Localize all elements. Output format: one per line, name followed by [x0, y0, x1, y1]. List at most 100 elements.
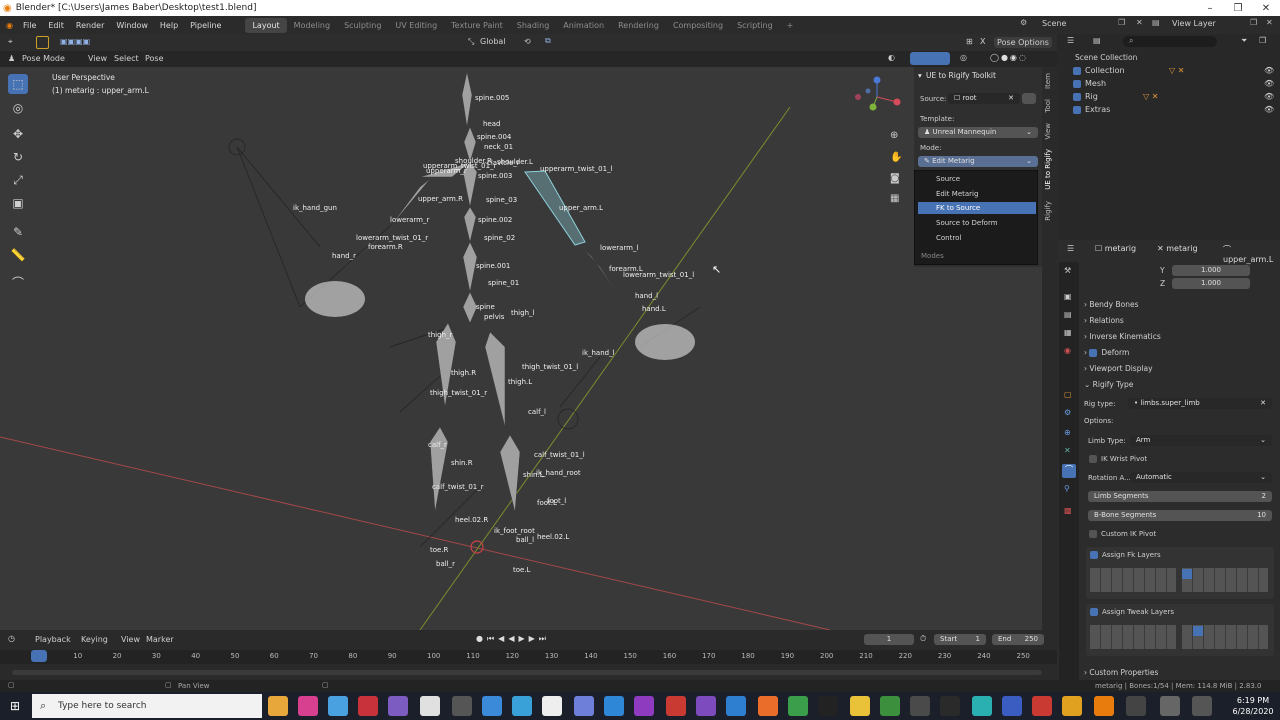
checkbox-icon[interactable]: [1073, 105, 1081, 114]
bone-label[interactable]: calf_twist_01_l: [534, 451, 585, 459]
mode-option-edit-metarig[interactable]: Edit Metarig: [918, 188, 1036, 200]
orientation-select[interactable]: Global: [480, 37, 506, 46]
app-icon[interactable]: [604, 696, 624, 716]
app-icon[interactable]: [758, 696, 778, 716]
menu-keying[interactable]: Keying: [81, 635, 108, 644]
new-scene-icon[interactable]: ❐: [1118, 18, 1125, 27]
app-icon[interactable]: [1160, 696, 1180, 716]
app-icon[interactable]: [452, 696, 472, 716]
custom-ik-pivot-option[interactable]: Custom IK Pivot: [1089, 530, 1156, 538]
fk-layer-grid-right[interactable]: [1182, 568, 1268, 592]
bone-constraint-tab-icon[interactable]: ⚲: [1064, 484, 1070, 493]
axis-x-toggle[interactable]: X: [980, 37, 985, 46]
app-icon[interactable]: [388, 696, 408, 716]
render-tab-icon[interactable]: ▣: [1064, 292, 1072, 301]
tool-tab-icon[interactable]: ⚒: [1064, 266, 1071, 275]
delete-view-layer-icon[interactable]: ✕: [1266, 18, 1273, 27]
assign-fk-option[interactable]: Assign Fk Layers: [1090, 551, 1161, 559]
bone-tool-icon[interactable]: ⌒: [8, 272, 28, 292]
tab-uv-editing[interactable]: UV Editing: [388, 18, 444, 33]
bone-label[interactable]: head: [483, 120, 500, 128]
start-frame-field[interactable]: Start 1: [934, 634, 986, 645]
playhead[interactable]: [31, 650, 47, 662]
bone-label[interactable]: thigh_twist_01_l: [522, 363, 578, 371]
rotation-select[interactable]: Automatic ⌄: [1130, 472, 1272, 483]
rotate-tool-icon[interactable]: ↻: [8, 147, 28, 167]
section-viewport-display[interactable]: › Viewport Display: [1084, 364, 1153, 373]
bbone-segments-field[interactable]: B-Bone Segments 10: [1088, 510, 1272, 521]
menu-file[interactable]: File: [17, 21, 42, 30]
timeline-editor-icon[interactable]: ◷: [8, 634, 15, 643]
bone-label[interactable]: calf_l: [528, 408, 546, 416]
camera-icon[interactable]: ◙: [890, 173, 900, 184]
menu-pipeline[interactable]: Pipeline: [184, 21, 227, 30]
outliner-editor-icon[interactable]: ☰: [1067, 36, 1074, 45]
outliner-item-collection[interactable]: Collection ▽ ✕ 👁: [1073, 66, 1278, 77]
playback-controls[interactable]: ●⏮◀◀▶▶⏭: [476, 634, 550, 644]
file-explorer-icon[interactable]: [268, 696, 288, 716]
chrome-icon[interactable]: [788, 696, 808, 716]
checkbox-icon[interactable]: [1073, 92, 1081, 101]
frame-ruler[interactable]: 1102030405060708090100110120130140150160…: [0, 650, 1057, 664]
menu-render[interactable]: Render: [70, 21, 110, 30]
taskbar-search-box[interactable]: ⌕ Type here to search: [32, 694, 262, 718]
bone-tab-icon[interactable]: ⌒: [1062, 464, 1076, 478]
menu-help[interactable]: Help: [154, 21, 184, 30]
pan-hand-icon[interactable]: ✋: [890, 152, 902, 163]
app-icon[interactable]: [910, 696, 930, 716]
template-select[interactable]: ♟ Unreal Mannequin ⌄: [918, 127, 1038, 138]
scene-tab-icon[interactable]: ◉: [1064, 346, 1071, 355]
section-inverse-kinematics[interactable]: › Inverse Kinematics: [1084, 332, 1161, 341]
z-value-field[interactable]: 1.000: [1172, 278, 1250, 289]
filezilla-icon[interactable]: [666, 696, 686, 716]
outliner-item-rig[interactable]: Rig ▽ ✕ 👁: [1073, 92, 1278, 103]
telegram-icon[interactable]: [512, 696, 532, 716]
fk-layer-selected[interactable]: [1182, 569, 1192, 579]
bone-label[interactable]: upperarm_twist_01_l: [540, 165, 613, 173]
gizmo-toggle[interactable]: [910, 52, 950, 65]
tab-shading[interactable]: Shading: [510, 18, 557, 33]
sidebar-tab-ue-to-rigify[interactable]: UE to Rigify: [1044, 149, 1052, 190]
eye-icon[interactable]: 👁: [1264, 92, 1274, 101]
tab-scripting[interactable]: Scripting: [730, 18, 780, 33]
overlay-icon[interactable]: ◎: [960, 53, 967, 62]
bone-label[interactable]: ik_hand_l: [582, 349, 615, 357]
3d-viewport[interactable]: User Perspective (1) metarig : upper_arm…: [0, 67, 1057, 630]
select-box-tool-icon[interactable]: ⬚: [8, 74, 28, 94]
tweak-layer-selected[interactable]: [1193, 626, 1203, 636]
bone-label[interactable]: ball_r: [436, 560, 455, 568]
grid-view-icon[interactable]: ▦: [890, 193, 899, 204]
mode-option-source-to-deform[interactable]: Source to Deform: [918, 217, 1036, 229]
menu-playback[interactable]: Playback: [35, 635, 71, 644]
tweak-layer-grid-left[interactable]: [1090, 625, 1176, 649]
music-app-icon[interactable]: [634, 696, 654, 716]
menu-view[interactable]: View: [121, 635, 140, 644]
app-icon[interactable]: [482, 696, 502, 716]
bone-label[interactable]: hand_l: [635, 292, 658, 300]
bone-label[interactable]: thigh_twist_01_r: [430, 389, 487, 397]
bone-label[interactable]: spine: [476, 303, 495, 311]
app-icon[interactable]: [358, 696, 378, 716]
unreal-engine-icon[interactable]: [940, 696, 960, 716]
bone-label[interactable]: upperarm_r: [426, 167, 467, 175]
tab-modeling[interactable]: Modeling: [287, 18, 337, 33]
app-icon[interactable]: [420, 696, 440, 716]
move-tool-icon[interactable]: ✥: [8, 124, 28, 144]
app-icon[interactable]: [1062, 696, 1082, 716]
scene-name[interactable]: Scene: [1042, 19, 1066, 28]
bone-label[interactable]: spine_03: [486, 196, 517, 204]
bone-label[interactable]: spine.005: [475, 94, 509, 102]
select-mode-icon[interactable]: [36, 36, 49, 49]
bone-label[interactable]: upper_arm.L: [559, 204, 603, 212]
cursor-tool-icon[interactable]: ◎: [8, 98, 28, 118]
app-icon[interactable]: [542, 696, 562, 716]
snap-icon[interactable]: ⧉: [545, 36, 551, 46]
bone-label[interactable]: thigh.R: [451, 369, 476, 377]
tweak-layer-grid-right[interactable]: [1182, 625, 1268, 649]
windows-start-icon[interactable]: ⊞: [10, 699, 20, 713]
eye-icon[interactable]: 👁: [1264, 79, 1274, 88]
end-frame-field[interactable]: End 250: [992, 634, 1044, 645]
section-custom-properties[interactable]: › Custom Properties: [1084, 668, 1158, 677]
editor-type-icon[interactable]: ⌖: [8, 37, 13, 47]
bone-label[interactable]: hand.L: [642, 305, 666, 313]
